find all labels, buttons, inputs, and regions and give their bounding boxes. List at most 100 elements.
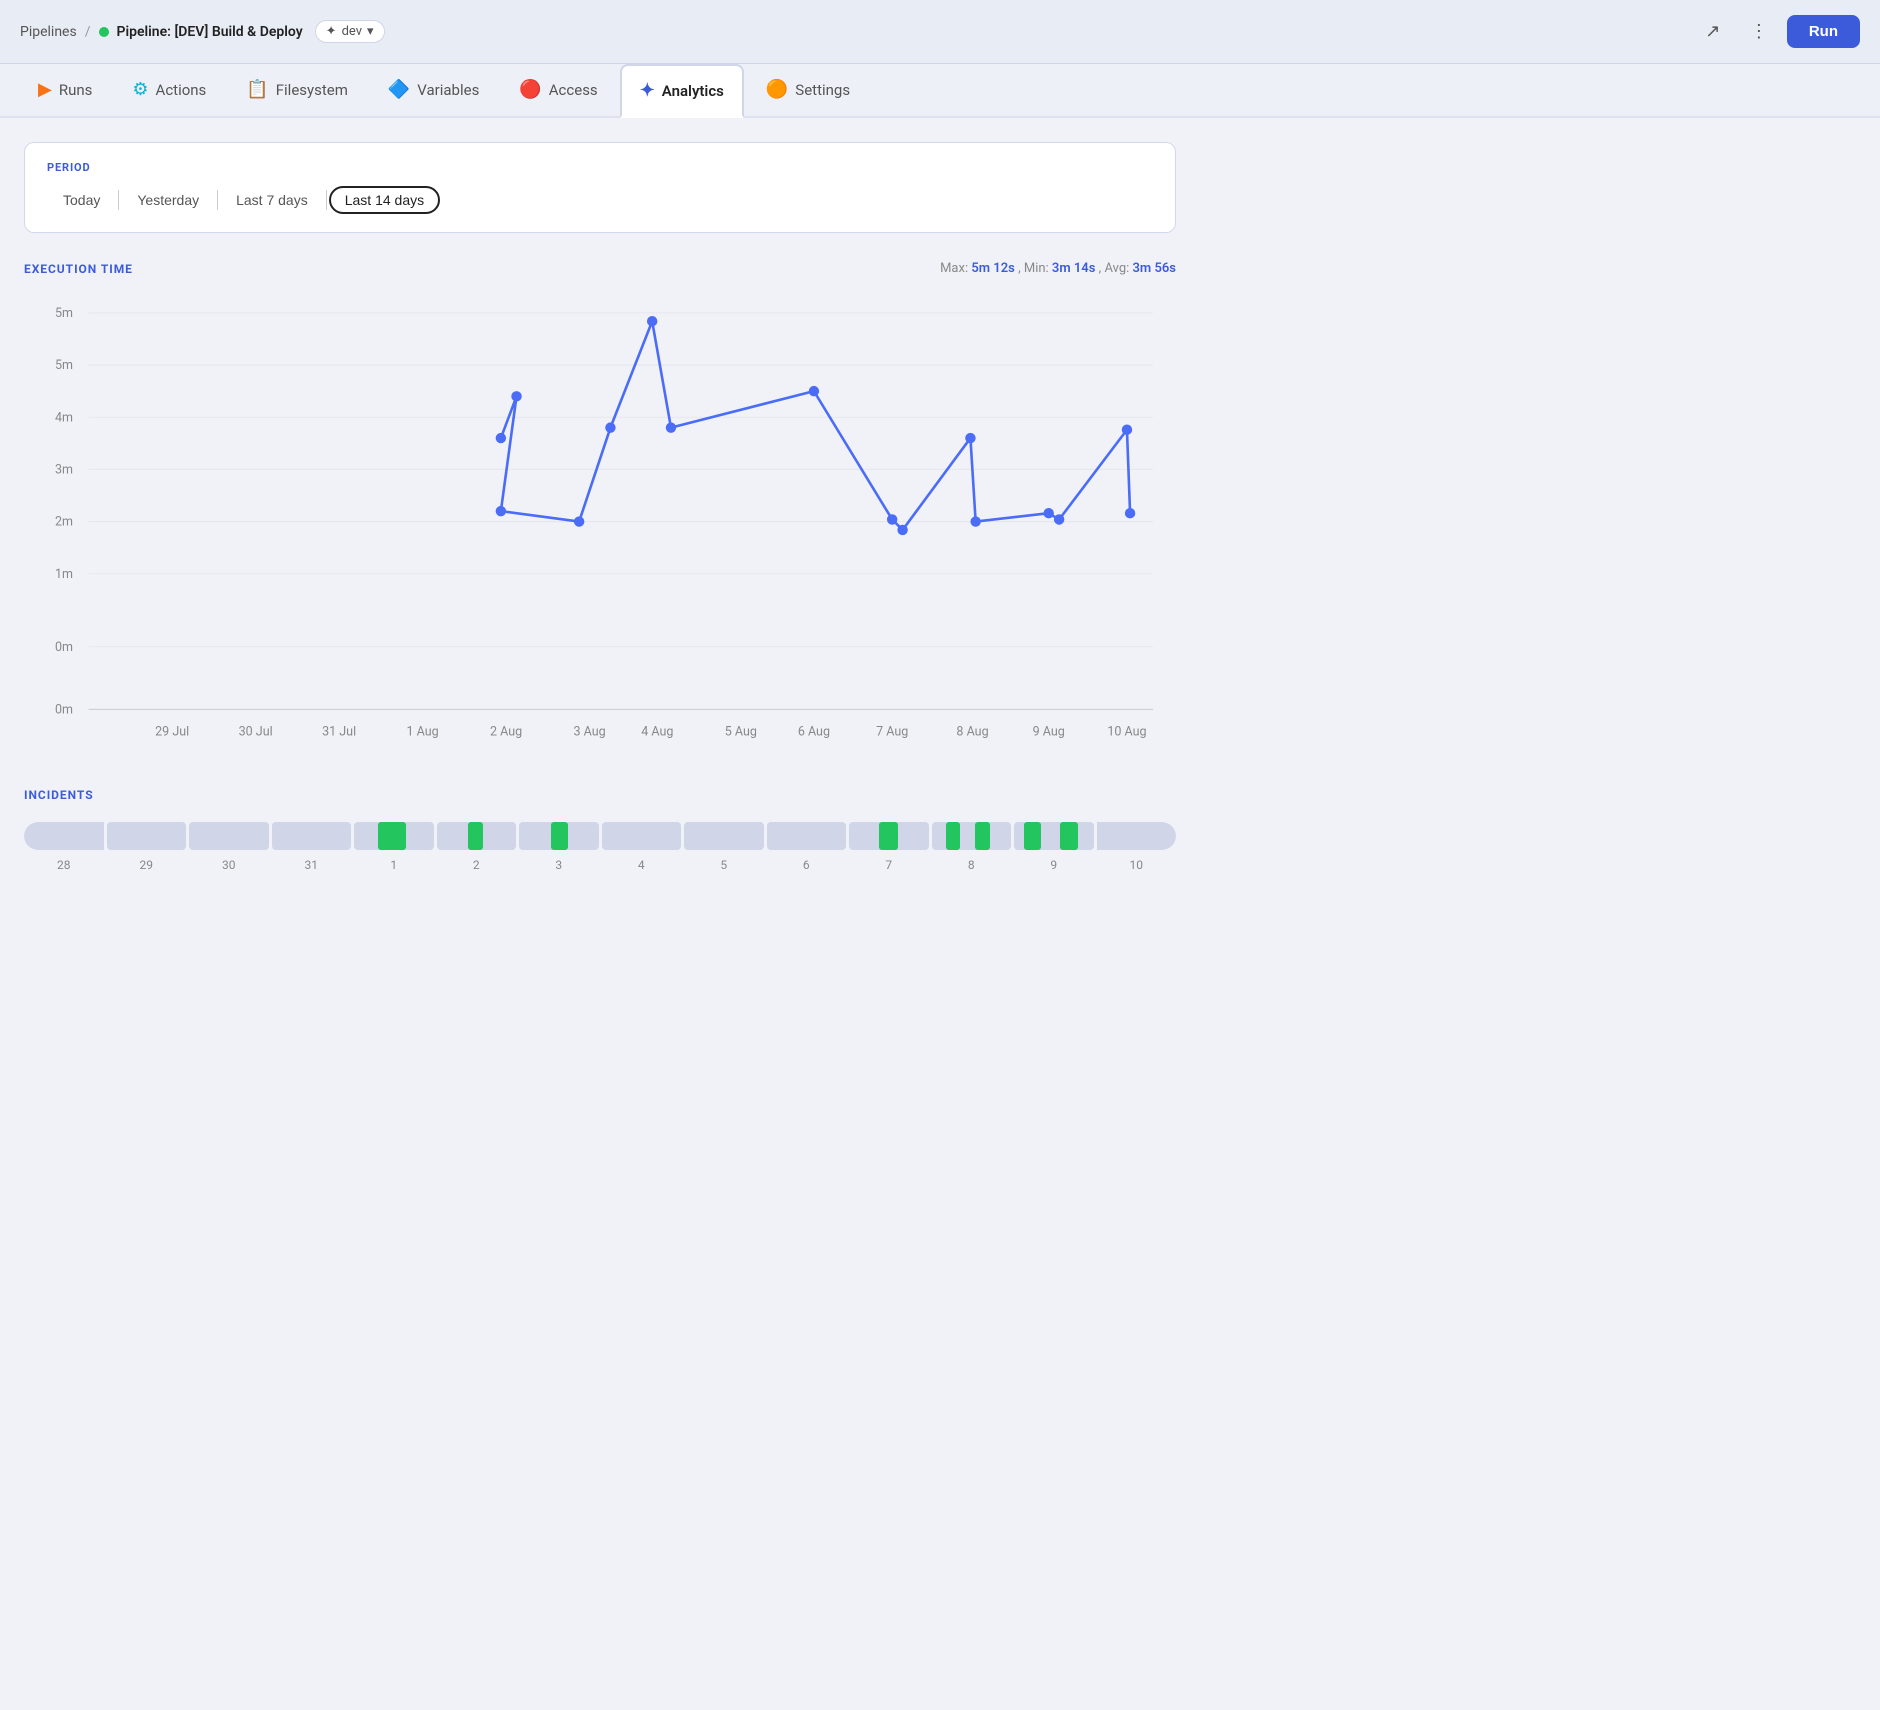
data-point <box>1054 514 1064 524</box>
tab-variables[interactable]: 🔷 Variables <box>370 65 497 117</box>
data-point <box>666 422 676 432</box>
incident-seg-8 <box>932 822 1012 850</box>
data-point <box>496 433 506 443</box>
incident-seg-28 <box>24 822 104 850</box>
svg-text:1m: 1m <box>55 567 73 582</box>
stats-max-label: Max: <box>940 261 971 276</box>
tab-access[interactable]: 🔴 Access <box>501 65 615 117</box>
variables-icon: 🔷 <box>388 79 410 100</box>
run-button[interactable]: Run <box>1787 15 1860 48</box>
svg-text:7 Aug: 7 Aug <box>876 724 908 739</box>
incidents-label-28: 28 <box>24 858 104 872</box>
execution-time-header: EXECUTION TIME Max: 5m 12s , Min: 3m 14s… <box>24 261 1176 276</box>
tab-filesystem[interactable]: 📋 Filesystem <box>228 65 366 117</box>
tab-settings[interactable]: 🟠 Settings <box>748 65 868 117</box>
period-today[interactable]: Today <box>47 186 116 214</box>
incidents-title: INCIDENTS <box>24 788 1176 802</box>
data-point <box>1122 425 1132 435</box>
incident-seg-6 <box>767 822 847 850</box>
incidents-label-29: 29 <box>107 858 187 872</box>
period-last14[interactable]: Last 14 days <box>329 186 440 214</box>
incidents-label-3: 3 <box>519 858 599 872</box>
incidents-label-31: 31 <box>272 858 352 872</box>
svg-text:1 Aug: 1 Aug <box>407 724 439 739</box>
incidents-label-9: 9 <box>1014 858 1094 872</box>
incidents-label-5: 5 <box>684 858 764 872</box>
period-sep-3 <box>326 190 327 210</box>
period-card: PERIOD Today Yesterday Last 7 days Last … <box>24 142 1176 233</box>
branch-selector[interactable]: ✦ dev ▾ <box>315 20 385 43</box>
period-yesterday[interactable]: Yesterday <box>121 186 215 214</box>
svg-text:2m: 2m <box>55 515 73 530</box>
svg-text:5m: 5m <box>55 306 73 321</box>
breadcrumb-pipelines[interactable]: Pipelines <box>20 24 77 40</box>
breadcrumb-separator: / <box>85 24 91 40</box>
incidents-label-2: 2 <box>437 858 517 872</box>
tab-runs[interactable]: ▶ Runs <box>20 65 110 117</box>
data-point <box>809 386 819 396</box>
incidents-label-30: 30 <box>189 858 269 872</box>
svg-text:5m: 5m <box>55 358 73 373</box>
svg-text:6 Aug: 6 Aug <box>798 724 830 739</box>
top-bar: Pipelines / Pipeline: [DEV] Build & Depl… <box>0 0 1880 64</box>
incident-seg-30 <box>189 822 269 850</box>
incident-seg-10 <box>1097 822 1177 850</box>
incidents-label-8: 8 <box>932 858 1012 872</box>
incidents-section: INCIDENTS <box>24 788 1176 872</box>
data-point <box>605 422 615 432</box>
stats-min-val: 3m 14s <box>1052 261 1096 276</box>
external-link-button[interactable]: ↗ <box>1695 14 1731 50</box>
stats-max-val: 5m 12s <box>971 261 1015 276</box>
incident-seg-4 <box>602 822 682 850</box>
actions-icon: ⚙ <box>132 79 148 100</box>
stats-avg-label: , Avg: <box>1099 261 1133 276</box>
tabs-bar: ▶ Runs ⚙ Actions 📋 Filesystem 🔷 Variable… <box>0 64 1880 118</box>
svg-text:30 Jul: 30 Jul <box>239 724 273 739</box>
incidents-bar <box>24 822 1176 850</box>
period-sep-2 <box>217 190 218 210</box>
execution-time-line <box>501 321 1130 530</box>
analytics-icon: ✦ <box>640 80 655 101</box>
svg-text:8 Aug: 8 Aug <box>956 724 988 739</box>
data-point <box>897 525 907 535</box>
period-options: Today Yesterday Last 7 days Last 14 days <box>47 186 1153 214</box>
incidents-label-1: 1 <box>354 858 434 872</box>
data-point <box>965 433 975 443</box>
tab-analytics-label: Analytics <box>662 82 724 100</box>
pipeline-name: Pipeline: [DEV] Build & Deploy <box>117 24 303 40</box>
tab-variables-label: Variables <box>417 81 479 99</box>
runs-icon: ▶ <box>38 79 52 100</box>
incident-seg-9 <box>1014 822 1094 850</box>
breadcrumb: Pipelines / Pipeline: [DEV] Build & Depl… <box>20 24 303 40</box>
incidents-x-labels: 28 29 30 31 1 2 3 4 5 6 7 8 9 10 <box>24 858 1176 872</box>
incident-seg-7 <box>849 822 929 850</box>
period-last7[interactable]: Last 7 days <box>220 186 324 214</box>
stats-avg-val: 3m 56s <box>1133 261 1177 276</box>
svg-text:31 Jul: 31 Jul <box>322 724 356 739</box>
external-link-icon: ↗ <box>1705 21 1720 42</box>
access-icon: 🔴 <box>519 79 541 100</box>
execution-time-title: EXECUTION TIME <box>24 262 133 276</box>
data-point <box>574 516 584 526</box>
svg-text:29 Jul: 29 Jul <box>155 724 189 739</box>
data-point <box>511 391 521 401</box>
more-options-button[interactable]: ⋮ <box>1741 14 1777 50</box>
more-options-icon: ⋮ <box>1750 21 1768 42</box>
incident-seg-3 <box>519 822 599 850</box>
tab-filesystem-label: Filesystem <box>276 81 348 99</box>
execution-time-chart: 5m 5m 4m 3m 2m 1m 0m 0m <box>24 292 1176 772</box>
chart-svg: 5m 5m 4m 3m 2m 1m 0m 0m <box>24 292 1176 772</box>
filesystem-icon: 📋 <box>246 79 268 100</box>
tab-analytics[interactable]: ✦ Analytics <box>620 64 744 118</box>
data-point <box>647 316 657 326</box>
settings-icon: 🟠 <box>766 79 788 100</box>
data-point <box>887 514 897 524</box>
data-point <box>1125 508 1135 518</box>
tab-actions[interactable]: ⚙ Actions <box>114 65 224 117</box>
incidents-label-10: 10 <box>1097 858 1177 872</box>
svg-text:0m: 0m <box>55 640 73 655</box>
top-actions: ↗ ⋮ Run <box>1695 14 1860 50</box>
incident-seg-29 <box>107 822 187 850</box>
svg-text:0m: 0m <box>55 703 73 718</box>
svg-text:5 Aug: 5 Aug <box>725 724 757 739</box>
